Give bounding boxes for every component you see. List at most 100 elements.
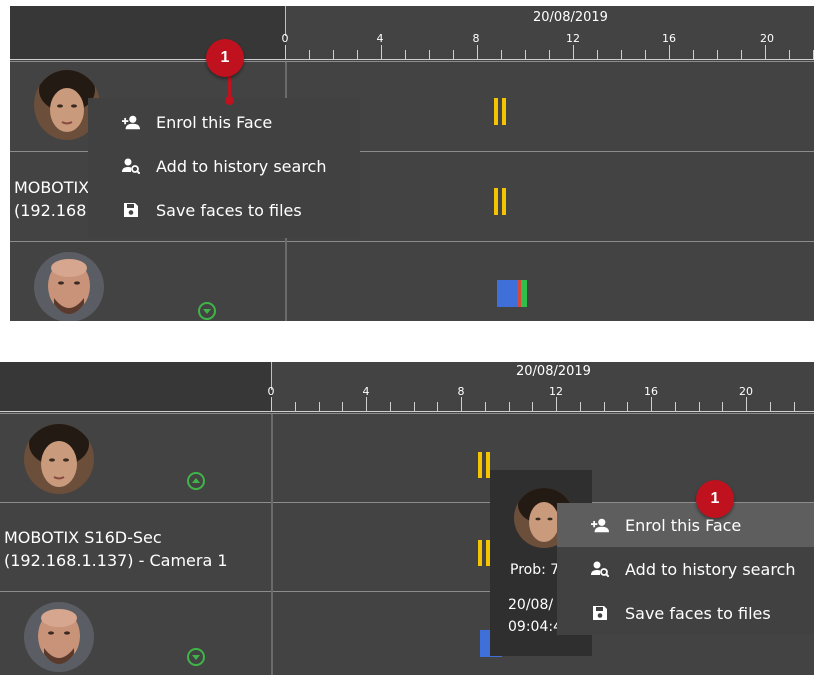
- ruler-tick: [405, 50, 406, 59]
- ruler-tick: [532, 402, 534, 411]
- save-icon: [591, 604, 609, 622]
- detection-marker[interactable]: [478, 540, 482, 566]
- row-divider: [10, 241, 814, 242]
- tick-label: 16: [662, 32, 676, 45]
- ruler-tick: [484, 402, 486, 411]
- tick-label: 0: [281, 32, 289, 45]
- ruler-tick: [477, 45, 478, 59]
- popup-probability: Prob: 7: [510, 562, 560, 578]
- detection-marker[interactable]: [502, 98, 506, 125]
- ruler-tick: [674, 402, 676, 411]
- ruler-tick: [453, 50, 454, 59]
- ruler-tick: [651, 397, 652, 411]
- ruler-tick: [508, 402, 510, 411]
- row-divider: [10, 61, 814, 62]
- person-add-icon: [122, 113, 140, 131]
- ruler-tick: [429, 50, 430, 59]
- camera-label-line1: MOBOTIX S16D-Sec: [4, 528, 162, 547]
- ruler-tick: [765, 45, 766, 59]
- ruler-tick: [549, 50, 550, 59]
- row-divider: [0, 413, 814, 414]
- ruler-tick: [693, 50, 694, 59]
- detection-marker[interactable]: [494, 98, 498, 125]
- menu-item-label: Add to history search: [625, 559, 796, 579]
- ruler-baseline: [10, 59, 814, 60]
- person-add-icon: [591, 516, 609, 534]
- ruler-tick: [294, 402, 296, 411]
- tick-label: 8: [457, 385, 465, 398]
- callout-badge: 1: [696, 480, 734, 518]
- ruler-tick: [717, 50, 718, 59]
- camera-label-line1: MOBOTIX: [14, 178, 90, 197]
- ruler-tick: [645, 50, 646, 59]
- callout-badge: 1: [206, 39, 244, 77]
- expand-row-button[interactable]: [198, 302, 216, 320]
- menu-item-enrol-face[interactable]: Enrol this Face: [88, 100, 360, 144]
- ruler-baseline: [0, 411, 814, 412]
- ruler-tick: [366, 397, 367, 411]
- timeline-ruler[interactable]: 0 4 8 12 16 20: [0, 362, 814, 412]
- menu-item-label: Save faces to files: [625, 603, 771, 623]
- camera-label: MOBOTIX S16D-Sec (192.168.1.137) - Camer…: [4, 526, 228, 572]
- ruler-tick: [579, 402, 581, 411]
- tick-label: 16: [644, 385, 658, 398]
- ruler-tick: [309, 50, 310, 59]
- ruler-tick: [413, 402, 415, 411]
- menu-item-add-history-search[interactable]: Add to history search: [88, 144, 360, 188]
- ruler-tick: [603, 402, 605, 411]
- ruler-tick: [597, 50, 598, 59]
- ruler-tick: [793, 402, 795, 411]
- ruler-tick: [741, 50, 742, 59]
- ruler-tick: [746, 397, 747, 411]
- bottom-timeline-panel: 20/08/2019 0 4 8 12 16 20 MOBOTIX S16D-S…: [0, 362, 814, 675]
- ruler-tick: [627, 402, 629, 411]
- menu-item-label: Enrol this Face: [625, 515, 742, 535]
- menu-item-add-history-search[interactable]: Add to history search: [557, 547, 814, 591]
- menu-item-label: Add to history search: [156, 156, 327, 176]
- detection-bar-segment: [521, 280, 527, 307]
- timeline-cursor[interactable]: [271, 414, 273, 675]
- detection-bar[interactable]: [497, 280, 517, 307]
- face-thumbnail-man[interactable]: [34, 252, 104, 321]
- ruler-tick: [318, 402, 320, 411]
- person-search-icon: [122, 157, 140, 175]
- ruler-tick: [389, 402, 391, 411]
- top-timeline-panel: 20/08/2019 0 4 8 12 16 20 MOBOTIX (192.1…: [10, 6, 814, 321]
- detection-marker[interactable]: [478, 452, 482, 478]
- face-thumbnail-woman[interactable]: [24, 424, 94, 494]
- tick-label: 4: [376, 32, 384, 45]
- tick-label: 12: [549, 385, 563, 398]
- menu-item-save-faces[interactable]: Save faces to files: [557, 591, 814, 635]
- ruler-tick: [333, 50, 334, 59]
- menu-item-label: Save faces to files: [156, 200, 302, 220]
- menu-item-label: Enrol this Face: [156, 112, 273, 132]
- face-thumbnail-man[interactable]: [24, 602, 94, 672]
- menu-item-save-faces[interactable]: Save faces to files: [88, 188, 360, 232]
- collapse-row-button[interactable]: [187, 472, 205, 490]
- callout-pointer-dot: [225, 96, 234, 105]
- tick-label: 12: [566, 32, 580, 45]
- ruler-tick: [621, 50, 622, 59]
- tick-label: 0: [267, 385, 275, 398]
- expand-row-button[interactable]: [187, 648, 205, 666]
- timeline-ruler[interactable]: 0 4 8 12 16 20: [10, 6, 814, 60]
- ruler-tick: [461, 397, 462, 411]
- save-icon: [122, 201, 140, 219]
- detection-marker[interactable]: [502, 188, 506, 215]
- ruler-tick: [556, 397, 557, 411]
- camera-label-line2: (192.168.: [14, 201, 92, 220]
- chevron-down-icon: [192, 655, 200, 660]
- popup-date: 20/08/: [508, 597, 554, 613]
- menu-item-enrol-face[interactable]: Enrol this Face: [557, 503, 814, 547]
- tick-label: 4: [362, 385, 370, 398]
- ruler-tick: [698, 402, 700, 411]
- chevron-down-icon: [203, 309, 211, 314]
- ruler-tick: [573, 45, 574, 59]
- detection-marker[interactable]: [494, 188, 498, 215]
- chevron-up-icon: [192, 478, 200, 483]
- ruler-tick: [342, 402, 344, 411]
- ruler-tick: [669, 45, 670, 59]
- tick-label: 8: [472, 32, 480, 45]
- context-menu: Enrol this Face Add to history search Sa…: [557, 503, 814, 635]
- context-menu: Enrol this Face Add to history search Sa…: [88, 98, 360, 238]
